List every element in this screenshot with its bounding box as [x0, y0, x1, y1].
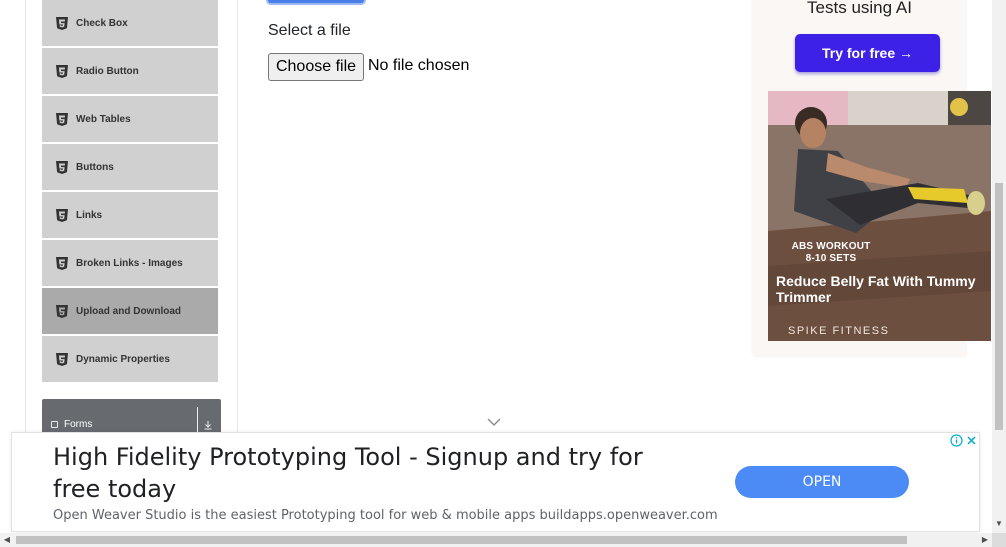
- scroll-down-arrow-icon[interactable]: ▼: [994, 519, 1004, 529]
- ad-brand: SPIKE FITNESS: [788, 325, 890, 337]
- sidebar-item-check-box[interactable]: Check Box: [42, 0, 218, 46]
- chevron-down-icon[interactable]: [486, 417, 502, 427]
- sidebar-item-label: Buttons: [76, 161, 114, 173]
- download-arrow-icon[interactable]: [202, 419, 214, 431]
- sidebar-item-label: Links: [76, 209, 103, 221]
- ad-workout-line: 8-10 SETS: [805, 253, 857, 264]
- horizontal-scrollbar-thumb[interactable]: [16, 536, 907, 544]
- side-ad-title: Tests using AI: [807, 0, 912, 17]
- html5-icon: [56, 112, 68, 126]
- horizontal-scrollbar[interactable]: ◀ ▶: [0, 533, 1006, 547]
- bottom-ad-banner[interactable]: High Fidelity Prototyping Tool - Signup …: [11, 432, 980, 532]
- sidebar-item-broken-links-images[interactable]: Broken Links - Images: [42, 240, 218, 286]
- html5-icon: [56, 64, 68, 78]
- html5-icon: [56, 304, 68, 318]
- choose-file-button[interactable]: Choose file: [268, 53, 364, 81]
- html5-icon: [56, 160, 68, 174]
- sidebar-item-label: Dynamic Properties: [76, 353, 170, 365]
- page: Check Box Radio Button Web Tables Button…: [0, 0, 1006, 547]
- bottom-ad-headline: High Fidelity Prototyping Tool - Signup …: [53, 443, 643, 503]
- html5-icon: [56, 208, 68, 222]
- divider: [197, 407, 198, 433]
- upload-label: Select a file: [268, 22, 351, 39]
- sidebar-item-buttons[interactable]: Buttons: [42, 144, 218, 190]
- document-icon: [51, 421, 58, 428]
- sidebar-item-radio-button[interactable]: Radio Button: [42, 48, 218, 94]
- ad-workout-line: ABS WORKOUT: [791, 241, 871, 252]
- sidebar-item-upload-and-download[interactable]: Upload and Download: [42, 288, 218, 334]
- info-icon[interactable]: [950, 434, 963, 447]
- sidebar-item-label: Check Box: [76, 17, 128, 29]
- page-border: [25, 0, 26, 433]
- scroll-left-arrow-icon[interactable]: ◀: [2, 535, 12, 545]
- bottom-ad-description: Open Weaver Studio is the easiest Protot…: [53, 508, 718, 523]
- scroll-right-arrow-icon[interactable]: ▶: [980, 535, 990, 545]
- scrollbar-corner: [992, 533, 1006, 547]
- ad-card-headline: Reduce Belly Fat With Tummy Trimmer: [776, 273, 976, 305]
- sidebar-item-dynamic-properties[interactable]: Dynamic Properties: [42, 336, 218, 382]
- download-button[interactable]: [266, 0, 366, 5]
- html5-icon: [56, 256, 68, 270]
- open-button[interactable]: OPEN: [735, 466, 909, 498]
- close-icon[interactable]: [965, 434, 978, 447]
- file-status-text: No file chosen: [368, 57, 470, 74]
- group-label: Forms: [64, 419, 93, 430]
- html5-icon: [56, 352, 68, 366]
- vertical-scrollbar-thumb[interactable]: [995, 183, 1003, 430]
- sidebar-group-forms[interactable]: Forms: [42, 399, 221, 433]
- ad-workout-text: ABS WORKOUT 8-10 SETS: [768, 241, 894, 265]
- side-ad-card[interactable]: ABS WORKOUT 8-10 SETS Reduce Belly Fat W…: [768, 91, 991, 341]
- sidebar-item-label: Web Tables: [76, 113, 131, 125]
- sidebar-item-label: Radio Button: [76, 65, 139, 77]
- sidebar-item-web-tables[interactable]: Web Tables: [42, 96, 218, 142]
- sidebar-border: [237, 0, 238, 433]
- try-for-free-button[interactable]: Try for free →: [795, 34, 940, 72]
- vertical-scrollbar[interactable]: ▼: [992, 0, 1006, 533]
- sidebar-item-label: Upload and Download: [76, 305, 181, 317]
- sidebar-item-label: Broken Links - Images: [76, 257, 183, 269]
- html5-icon: [56, 16, 68, 30]
- sidebar-item-links[interactable]: Links: [42, 192, 218, 238]
